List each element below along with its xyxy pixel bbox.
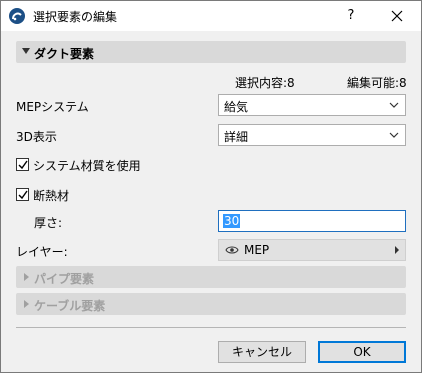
section-cable-header[interactable]: ケーブル要素	[16, 293, 406, 315]
mep-system-dropdown[interactable]: 給気	[218, 94, 406, 116]
selected-count: 選択内容:8	[235, 76, 295, 90]
mep-system-label: MEPシステム	[16, 100, 89, 114]
section-cable-label: ケーブル要素	[34, 299, 106, 313]
checkmark-icon	[18, 160, 28, 170]
use-system-material-label: システム材質を使用	[33, 159, 141, 173]
section-duct-header[interactable]: ダクト要素	[16, 41, 406, 63]
title-bar: 選択要素の編集 ?	[1, 1, 421, 31]
mep-system-value: 給気	[224, 100, 249, 114]
insulation-checkbox[interactable]	[16, 188, 29, 201]
eye-icon	[225, 246, 239, 254]
app-icon	[9, 8, 25, 24]
help-button[interactable]: ?	[341, 6, 361, 26]
section-duct-label: ダクト要素	[34, 47, 95, 61]
view-3d-label: 3D表示	[16, 130, 57, 144]
thickness-label: 厚さ:	[34, 216, 63, 230]
ok-button[interactable]: OK	[318, 341, 406, 363]
chevron-down-icon	[389, 102, 399, 108]
layer-value: MEP	[244, 243, 270, 257]
divider	[16, 327, 406, 328]
chevron-right-icon	[24, 300, 29, 308]
layer-selector[interactable]: MEP	[218, 239, 406, 261]
window-title: 選択要素の編集	[33, 10, 118, 24]
insulation-label: 断熱材	[33, 189, 70, 203]
chevron-right-icon	[24, 273, 29, 281]
checkmark-icon	[18, 190, 28, 200]
section-pipe-header[interactable]: パイプ要素	[16, 266, 406, 288]
close-icon	[391, 10, 403, 22]
chevron-down-icon	[22, 48, 30, 54]
editable-count: 編集可能:8	[347, 76, 407, 90]
cancel-button[interactable]: キャンセル	[218, 341, 306, 363]
close-button[interactable]	[387, 6, 407, 26]
dialog-window: 選択要素の編集 ? ダクト要素 選択内容:8 編集可能:8 MEPシステム 給気…	[0, 0, 422, 373]
thickness-value: 30	[223, 214, 241, 228]
section-pipe-label: パイプ要素	[34, 272, 95, 286]
chevron-down-icon	[389, 132, 399, 138]
view-3d-dropdown[interactable]: 詳細	[218, 124, 406, 146]
layer-label: レイヤー:	[16, 245, 68, 259]
view-3d-value: 詳細	[224, 130, 249, 144]
use-system-material-checkbox[interactable]	[16, 158, 29, 171]
chevron-right-icon	[395, 246, 399, 254]
thickness-input[interactable]: 30	[218, 210, 406, 232]
